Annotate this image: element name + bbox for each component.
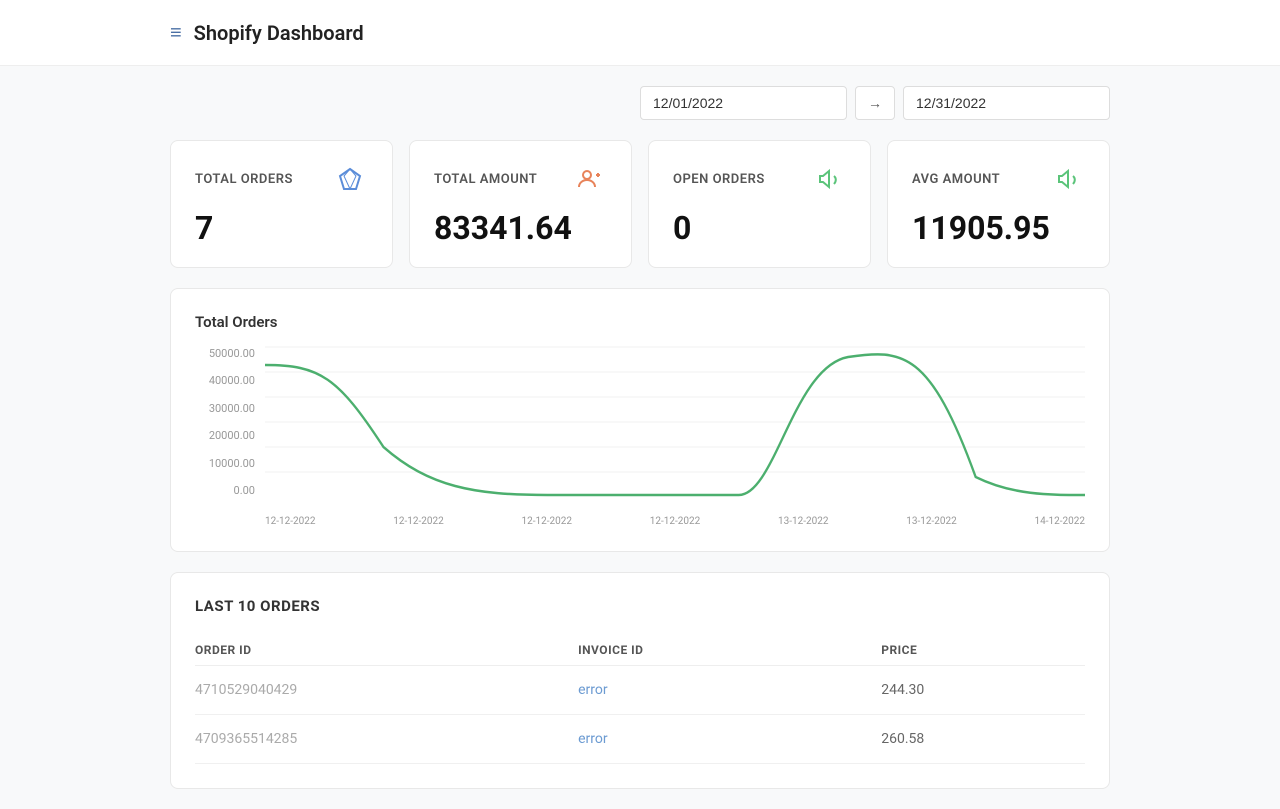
diamond-icon [332,161,368,197]
y-axis: 50000.00 40000.00 30000.00 20000.00 10000.00… [195,347,255,497]
menu-icon[interactable]: ≡ [170,20,182,45]
end-date-input[interactable] [903,86,1110,120]
y-axis-label: 20000.00 [195,429,255,442]
megaphone2-icon [1049,161,1085,197]
table-title: LAST 10 ORDERS [195,597,1085,615]
chart-area [265,347,1085,497]
start-date-input[interactable] [640,86,847,120]
y-axis-label: 10000.00 [195,457,255,470]
x-axis: 12-12-2022 12-12-2022 12-12-2022 12-12-2022… [265,516,1085,527]
table-row: 4710529040429 error 244.30 [195,666,1085,715]
stat-label: AVG AMOUNT [912,172,1000,187]
stat-header: TOTAL ORDERS [195,161,368,197]
stat-label: OPEN ORDERS [673,172,765,187]
table-header: ORDER IDINVOICE IDPRICE [195,635,1085,666]
stats-grid: TOTAL ORDERS 7 TOTAL AMOUNT 83341.64 OPE… [170,140,1110,268]
table-body: 4710529040429 error 244.30 4709365514285… [195,666,1085,764]
orders-table-card: LAST 10 ORDERS ORDER IDINVOICE IDPRICE 4… [170,572,1110,789]
x-axis-label: 13-12-2022 [778,516,829,527]
stat-label: TOTAL AMOUNT [434,172,537,187]
y-axis-label: 40000.00 [195,374,255,387]
x-axis-label: 12-12-2022 [393,516,444,527]
stat-value: 0 [673,209,846,247]
x-axis-label: 14-12-2022 [1035,516,1086,527]
stat-card-avg-amount: AVG AMOUNT 11905.95 [887,140,1110,268]
page-title: Shopify Dashboard [194,21,364,45]
stat-header: TOTAL AMOUNT [434,161,607,197]
stat-header: OPEN ORDERS [673,161,846,197]
chart-title: Total Orders [195,313,1085,331]
stat-card-open-orders: OPEN ORDERS 0 [648,140,871,268]
y-axis-label: 50000.00 [195,347,255,360]
y-axis-label: 30000.00 [195,402,255,415]
stat-value: 11905.95 [912,209,1085,247]
stat-card-total-amount: TOTAL AMOUNT 83341.64 [409,140,632,268]
stat-header: AVG AMOUNT [912,161,1085,197]
x-axis-label: 12-12-2022 [650,516,701,527]
user-add-icon [571,161,607,197]
x-axis-label: 13-12-2022 [906,516,957,527]
price-cell: 260.58 [861,715,1085,764]
invoice-id-cell: error [558,715,861,764]
x-axis-label: 12-12-2022 [522,516,573,527]
megaphone-icon [810,161,846,197]
line-chart [265,347,1085,497]
stat-value: 83341.64 [434,209,607,247]
date-arrow-button[interactable]: → [855,86,895,120]
table-column-header: INVOICE ID [558,635,861,666]
table-row: 4709365514285 error 260.58 [195,715,1085,764]
stat-card-total-orders: TOTAL ORDERS 7 [170,140,393,268]
table-column-header: ORDER ID [195,635,558,666]
stat-value: 7 [195,209,368,247]
header: ≡ Shopify Dashboard [0,0,1280,66]
x-axis-label: 12-12-2022 [265,516,316,527]
chart-container: 50000.00 40000.00 30000.00 20000.00 10000.00… [195,347,1085,527]
main-content: → TOTAL ORDERS 7 TOTAL AMOUNT 83341.64 O… [0,66,1280,809]
stat-label: TOTAL ORDERS [195,172,293,187]
table-column-header: PRICE [861,635,1085,666]
orders-table: ORDER IDINVOICE IDPRICE 4710529040429 er… [195,635,1085,764]
order-id-cell: 4710529040429 [195,666,558,715]
y-axis-label: 0.00 [195,484,255,497]
date-filter: → [170,86,1110,120]
price-cell: 244.30 [861,666,1085,715]
invoice-id-cell: error [558,666,861,715]
order-id-cell: 4709365514285 [195,715,558,764]
chart-card: Total Orders 50000.00 40000.00 30000.00 200… [170,288,1110,552]
